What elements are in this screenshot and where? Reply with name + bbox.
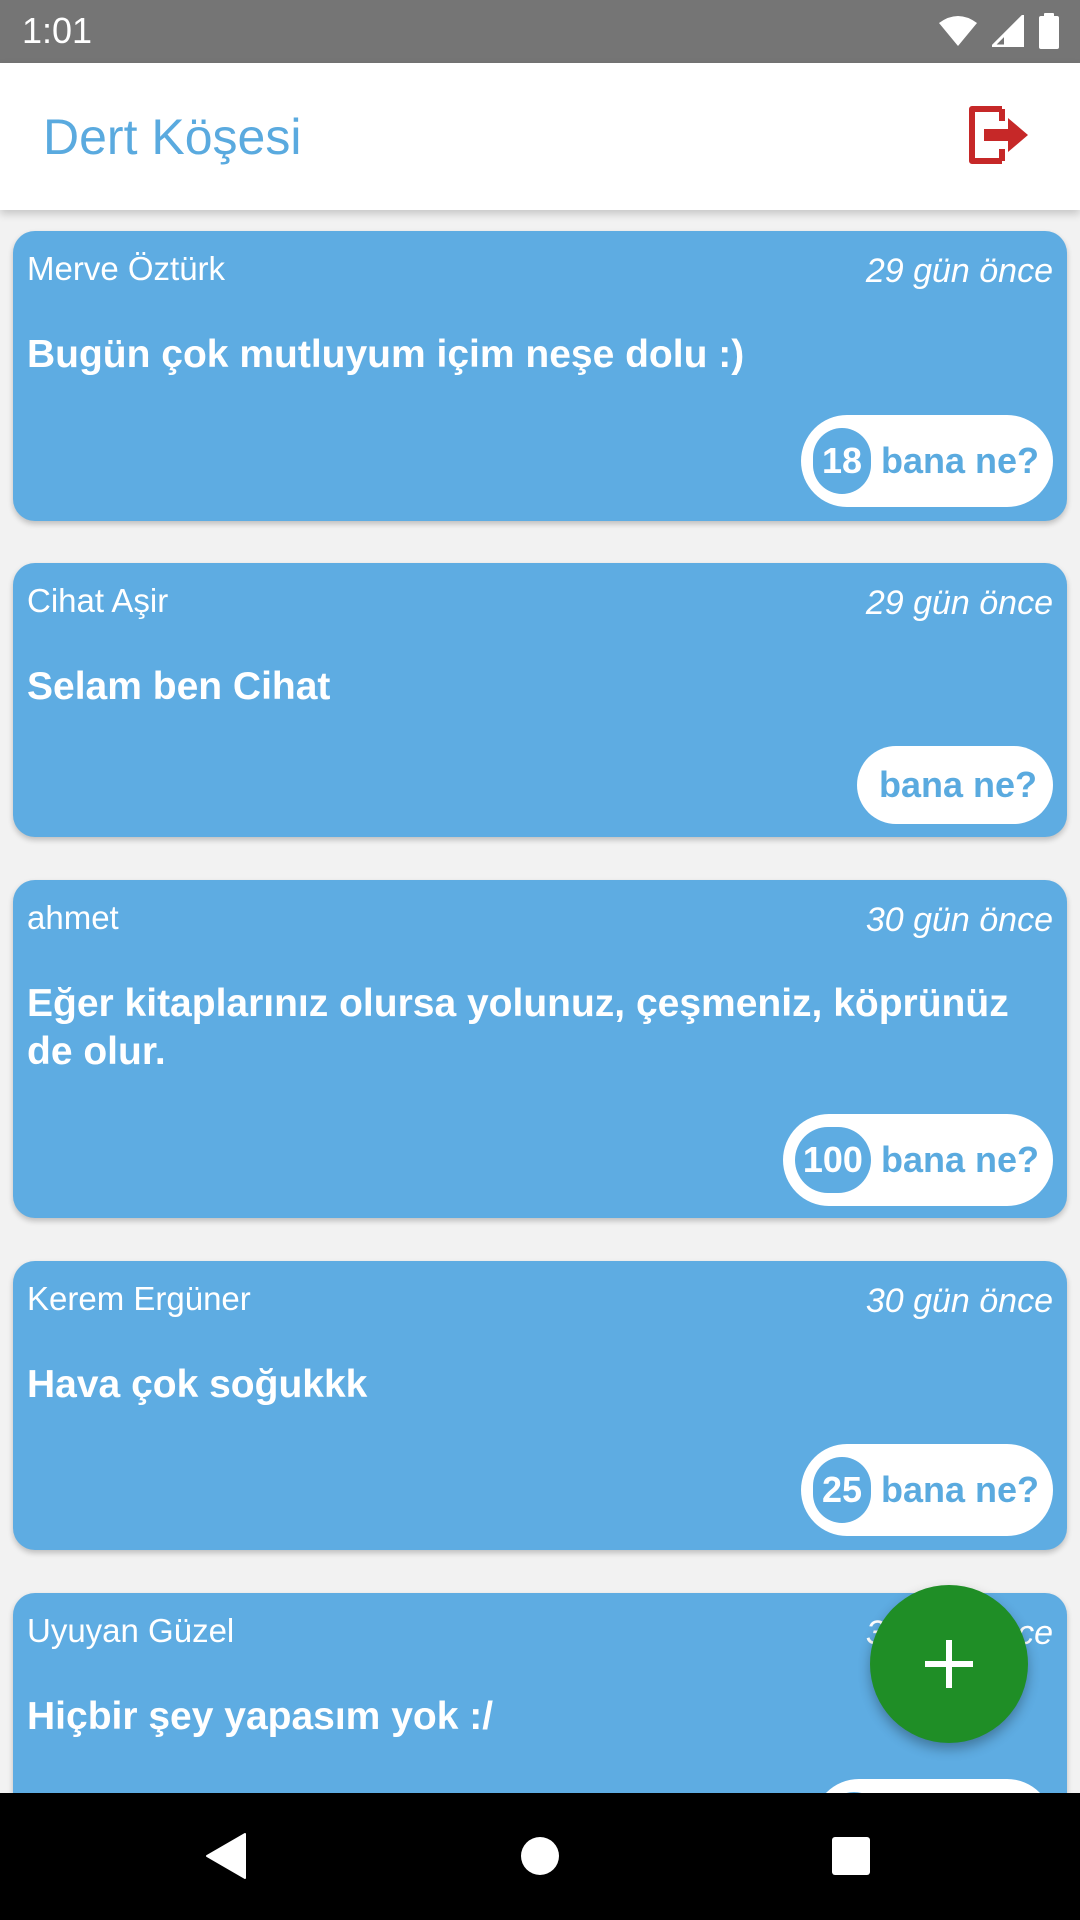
logout-button[interactable] (962, 99, 1034, 171)
post-text: Hava çok soğukkk (27, 1363, 368, 1406)
logout-icon (969, 106, 1028, 164)
back-icon (206, 1833, 246, 1879)
cell-signal-icon (992, 15, 1024, 47)
app-title: Dert Köşesi (43, 109, 302, 165)
reaction-button[interactable]: 18 bana ne? (800, 415, 1053, 507)
post-feed[interactable]: Merve Öztürk 29 gün önce Bugün çok mutlu… (0, 210, 1080, 1793)
reaction-label: bana ne? (880, 1139, 1039, 1180)
post-author: Uyuyan Güzel (27, 1612, 235, 1649)
recents-button[interactable] (818, 1823, 884, 1889)
add-post-button[interactable] (870, 1585, 1028, 1743)
reaction-count: 25 (812, 1457, 871, 1523)
post-time: 29 gün önce (865, 584, 1053, 622)
post-card[interactable]: ahmet 30 gün önce Eğer kitaplarınız olur… (13, 880, 1067, 1218)
wifi-icon (939, 16, 977, 46)
reaction-button[interactable]: 25 bana ne? (800, 1444, 1053, 1536)
post-time: 30 gün önce (865, 1282, 1053, 1320)
back-button[interactable] (194, 1823, 260, 1889)
post-card[interactable]: Kerem Ergüner 30 gün önce Hava çok soğuk… (13, 1261, 1067, 1550)
recents-icon (832, 1837, 870, 1875)
home-icon (521, 1837, 559, 1875)
post-author: Cihat Aşir (27, 582, 169, 619)
post-text: Selam ben Cihat (27, 665, 331, 708)
reaction-count: 18 (812, 428, 871, 494)
post-time: 29 gün önce (865, 252, 1053, 290)
post-time: 30 gün önce (865, 901, 1053, 939)
reaction-button[interactable]: bana ne? (856, 746, 1053, 824)
plus-icon (925, 1640, 973, 1688)
reaction-label: bana ne? (880, 1469, 1039, 1510)
home-button[interactable] (507, 1823, 573, 1889)
reaction-label: bana ne? (878, 764, 1037, 805)
reaction-button[interactable] (813, 1779, 1053, 1793)
system-nav-bar (0, 1793, 1080, 1920)
status-icons (938, 13, 1060, 49)
reaction-label: bana ne? (880, 440, 1039, 481)
post-card[interactable]: Cihat Aşir 29 gün önce Selam ben Cihat b… (13, 563, 1067, 837)
reaction-button[interactable]: 100 bana ne? (782, 1114, 1053, 1206)
post-text: Eğer kitaplarınız olursa yolunuz, çeşmen… (27, 982, 1009, 1073)
battery-icon (1039, 13, 1059, 49)
post-text: Bugün çok mutluyum içim neşe dolu :) (27, 333, 745, 376)
post-author: Kerem Ergüner (27, 1280, 251, 1317)
app-bar: Dert Köşesi (0, 63, 1080, 210)
status-bar: 1:01 (0, 0, 1080, 63)
reaction-count: 100 (794, 1127, 871, 1193)
status-time: 1:01 (22, 10, 93, 51)
post-card[interactable]: Merve Öztürk 29 gün önce Bugün çok mutlu… (13, 231, 1067, 521)
post-author: Merve Öztürk (27, 250, 226, 287)
post-author: ahmet (27, 899, 119, 936)
